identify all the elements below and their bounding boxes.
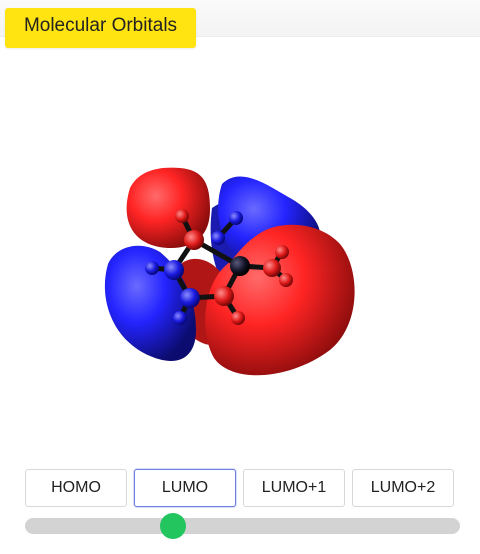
atom (275, 245, 289, 259)
atom (184, 230, 204, 250)
app-window: Molecular Orbitals HOMO LUMO LUMO+1 LUMO… (0, 0, 480, 554)
slider-thumb[interactable] (159, 513, 186, 539)
atom (164, 260, 184, 280)
atom (175, 209, 189, 223)
orbital-selector: HOMO LUMO LUMO+1 LUMO+2 (25, 469, 457, 509)
page-title: Molecular Orbitals (5, 8, 196, 48)
orbital-button-lumo[interactable]: LUMO (134, 469, 236, 507)
atom (229, 211, 243, 225)
molecule-viewer[interactable] (0, 48, 480, 453)
orbital-button-lumo-plus-2[interactable]: LUMO+2 (352, 469, 454, 507)
atom (230, 256, 250, 276)
atom (231, 311, 245, 325)
atom (173, 311, 187, 325)
atom (145, 261, 159, 275)
atom (211, 231, 225, 245)
atom (263, 259, 281, 277)
orbital-button-homo[interactable]: HOMO (25, 469, 127, 507)
orbital-render[interactable] (0, 48, 480, 453)
isovalue-slider[interactable] (25, 513, 460, 539)
orbital-button-lumo-plus-1[interactable]: LUMO+1 (243, 469, 345, 507)
atom (279, 273, 293, 287)
atom (180, 288, 200, 308)
atom (214, 286, 234, 306)
